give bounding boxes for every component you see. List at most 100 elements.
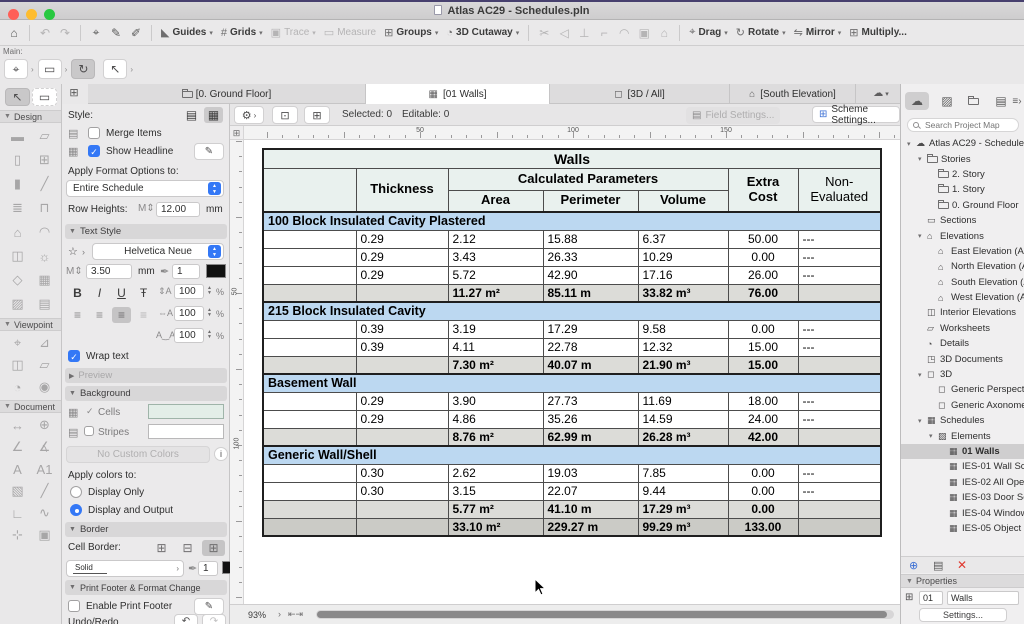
subtotal-perimeter-cell[interactable]: 40.07 m xyxy=(543,356,638,374)
camera-tool-icon[interactable]: ◉ xyxy=(33,376,57,398)
char-spacing-input[interactable]: 100 xyxy=(174,328,204,343)
total-area-cell[interactable]: 33.10 m² xyxy=(448,518,543,536)
row-leading-cell[interactable] xyxy=(263,266,356,284)
toolbox-section-document[interactable]: ▼Document xyxy=(0,400,61,413)
arrow-select-tool[interactable]: ↖ xyxy=(5,88,30,106)
thickness-cell[interactable]: 0.29 xyxy=(356,248,448,266)
project-map-item-sections[interactable]: ▭Sections xyxy=(901,213,1024,228)
schedule-data-row[interactable]: 0.292.1215.886.3750.00--- xyxy=(263,230,881,248)
column-header-volume[interactable]: Volume xyxy=(638,190,728,212)
non-evaluated-cell[interactable]: --- xyxy=(798,230,881,248)
project-map-button[interactable]: ☁ xyxy=(905,92,929,110)
thickness-cell[interactable]: 0.29 xyxy=(356,410,448,428)
stripes-color-swatch[interactable] xyxy=(148,424,224,439)
row-leading-cell[interactable] xyxy=(263,482,356,500)
spinner-icon[interactable]: ▲▼ xyxy=(207,308,212,318)
header-empty-cell[interactable] xyxy=(263,168,356,212)
window-tool-icon[interactable]: ⊞ xyxy=(33,148,57,172)
text-style-section-header[interactable]: ▼Text Style xyxy=(65,224,227,239)
non-evaluated-cell[interactable]: --- xyxy=(798,248,881,266)
area-cell[interactable]: 2.12 xyxy=(448,230,543,248)
perimeter-cell[interactable]: 15.88 xyxy=(543,230,638,248)
split-icon[interactable]: ✂ xyxy=(534,23,554,43)
slab-tool-icon[interactable]: ▱ xyxy=(33,124,57,148)
schedule-data-row[interactable]: 0.295.7242.9017.1626.00--- xyxy=(263,266,881,284)
non-evaluated-cell[interactable]: --- xyxy=(798,482,881,500)
toolbar-drag-button[interactable]: ⌖Drag▾ xyxy=(689,23,728,43)
tab-0-ground-floor[interactable]: [0. Ground Floor] xyxy=(88,84,366,104)
marquee-tool-icon[interactable]: ▭ xyxy=(38,59,62,79)
hotspot-tool-icon[interactable]: ⊹ xyxy=(6,524,30,546)
wrap-text-checkbox[interactable]: ✓ xyxy=(68,350,80,362)
toolbar-grids-button[interactable]: #Grids▾ xyxy=(221,23,263,43)
fill-tool-icon[interactable]: ▧ xyxy=(6,480,30,502)
column-header-perimeter[interactable]: Perimeter xyxy=(543,190,638,212)
project-map-item-generic-axonometry[interactable]: ◻Generic Axonometry xyxy=(901,398,1024,413)
schedule-id-input[interactable]: 01 xyxy=(919,591,943,605)
subtotal-extra-cost-cell[interactable]: 42.00 xyxy=(728,428,798,446)
label-tool-icon[interactable]: A1 xyxy=(33,458,57,480)
curtain-wall-tool-icon[interactable]: ▤ xyxy=(33,292,57,316)
orbit-tool-icon[interactable]: ↻ xyxy=(71,59,95,79)
field-settings-button[interactable]: ▤Field Settings... xyxy=(686,107,780,124)
font-family-select[interactable]: Helvetica Neue▲▼ xyxy=(92,243,224,260)
project-map-item-ies-04-window-sc[interactable]: ▦IES-04 Window Sc xyxy=(901,505,1024,520)
border-outline-button[interactable]: ⊞ xyxy=(150,540,173,556)
schedule-data-row[interactable]: 0.293.9027.7311.6918.00--- xyxy=(263,392,881,410)
volume-cell[interactable]: 14.59 xyxy=(638,410,728,428)
subtotal-volume-cell[interactable]: 33.82 m³ xyxy=(638,284,728,302)
schedule-cell[interactable] xyxy=(798,518,881,536)
schedule-cell[interactable] xyxy=(263,428,356,446)
scheme-settings-button[interactable]: ⊞Scheme Settings... xyxy=(812,106,900,123)
schedule-cell[interactable] xyxy=(263,518,356,536)
toolbox-section-design[interactable]: ▼Design xyxy=(0,110,61,123)
border-all-button[interactable]: ⊞ xyxy=(202,540,225,556)
extra-cost-cell[interactable]: 0.00 xyxy=(728,482,798,500)
zone-tool-icon[interactable]: ▨ xyxy=(6,292,30,316)
project-map-item-north-elevation-auto[interactable]: ⌂North Elevation (Auto xyxy=(901,259,1024,274)
total-perimeter-cell[interactable]: 229.27 m xyxy=(543,518,638,536)
pop-up-navigator-button[interactable]: ⊞ xyxy=(62,86,86,102)
dimension-tool-icon[interactable]: ↔ xyxy=(6,414,30,436)
project-map-item-generic-perspective[interactable]: ◻Generic Perspective xyxy=(901,382,1024,397)
area-cell[interactable]: 2.62 xyxy=(448,464,543,482)
pen-color-swatch[interactable] xyxy=(206,264,226,278)
teamwork-cloud-button[interactable]: ☁▾ xyxy=(862,84,900,103)
schedule-data-row[interactable]: 0.293.4326.3310.290.00--- xyxy=(263,248,881,266)
bold-button[interactable]: B xyxy=(68,285,87,301)
edit-print-footer-button[interactable]: ✎ xyxy=(194,598,224,615)
extra-cost-cell[interactable]: 0.00 xyxy=(728,464,798,482)
extra-cost-cell[interactable]: 50.00 xyxy=(728,230,798,248)
toolbar-guides-button[interactable]: ◣Guides▾ xyxy=(161,23,213,43)
group-header-row[interactable]: 100 Block Insulated Cavity Plastered xyxy=(263,212,881,230)
project-map-item-elevations[interactable]: ▾⌂Elevations xyxy=(901,228,1024,243)
char-width-input[interactable]: 100 xyxy=(174,306,204,321)
group-subtotal-row[interactable]: 7.30 m²40.07 m21.90 m³15.00 xyxy=(263,356,881,374)
perimeter-cell[interactable]: 26.33 xyxy=(543,248,638,266)
schedule-cell[interactable] xyxy=(798,284,881,302)
background-section-header[interactable]: ▼Background xyxy=(65,386,227,401)
line-tool-icon[interactable]: ╱ xyxy=(33,480,57,502)
border-pen-input[interactable]: 1 xyxy=(198,561,218,576)
row-leading-cell[interactable] xyxy=(263,320,356,338)
schedule-cell[interactable] xyxy=(798,428,881,446)
volume-cell[interactable]: 9.44 xyxy=(638,482,728,500)
toolbar-trace-button[interactable]: ▣Trace▾ xyxy=(271,23,316,43)
group-header-cell[interactable]: 215 Block Insulated Cavity xyxy=(263,302,881,320)
door-tool-icon[interactable]: ▯ xyxy=(6,148,30,172)
project-map-search[interactable] xyxy=(907,118,1019,132)
thickness-cell[interactable]: 0.30 xyxy=(356,464,448,482)
perimeter-cell[interactable]: 22.07 xyxy=(543,482,638,500)
perimeter-cell[interactable]: 17.29 xyxy=(543,320,638,338)
expand-arrow-icon[interactable]: ▾ xyxy=(918,417,927,425)
align-center-button[interactable]: ≡ xyxy=(90,307,109,323)
group-header-row[interactable]: 215 Block Insulated Cavity xyxy=(263,302,881,320)
wall-tool-icon[interactable]: ▬ xyxy=(6,124,30,148)
layout-book-button[interactable] xyxy=(963,92,987,110)
volume-cell[interactable]: 9.58 xyxy=(638,320,728,338)
project-map-item-3d-documents[interactable]: ◳3D Documents xyxy=(901,351,1024,366)
volume-cell[interactable]: 6.37 xyxy=(638,230,728,248)
pick-up-parameters-icon[interactable]: ⌖ xyxy=(86,23,106,43)
select-criteria-button[interactable]: ⊞ xyxy=(304,106,330,124)
column-header-extra-cost[interactable]: Extra Cost xyxy=(728,168,798,212)
